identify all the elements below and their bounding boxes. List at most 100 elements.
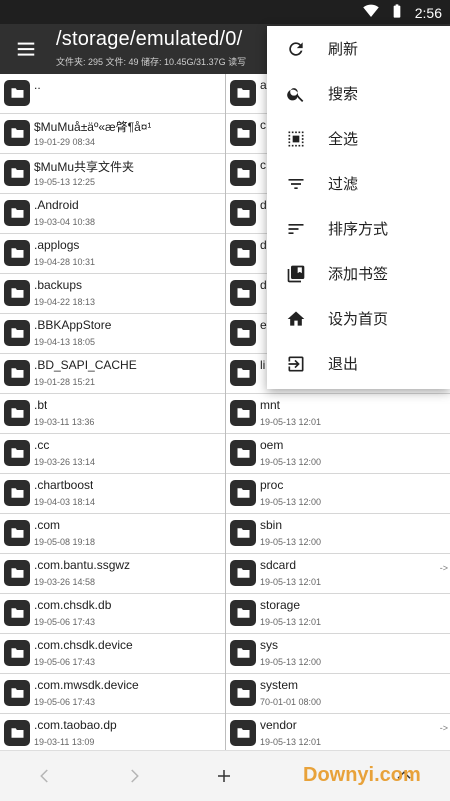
menu-item-label: 排序方式 [328,221,389,238]
file-name: system [260,678,299,692]
folder-icon [230,600,256,626]
file-date: 19-05-13 12:25 [34,177,96,187]
folder-icon [4,400,30,426]
file-row[interactable]: vendor 19-05-13 12:01 -> [226,714,450,750]
menu-item[interactable]: 添加书签 [267,251,450,296]
file-row[interactable]: .com.bantu.ssgwz 19-03-26 14:58 [0,554,225,594]
battery-icon [389,3,405,22]
file-date: 19-01-28 15:21 [34,377,96,387]
folder-icon [230,280,256,306]
file-row[interactable]: .. [0,74,225,114]
folder-icon [230,120,256,146]
exit-icon [285,353,307,375]
file-row[interactable]: sys 19-05-13 12:00 [226,634,450,674]
sort-icon [285,218,307,240]
file-date: 19-05-13 12:01 [260,577,322,587]
chevron-left-icon[interactable] [32,763,58,789]
folder-icon [4,560,30,586]
menu-item-label: 搜索 [328,86,359,103]
plus-icon[interactable] [211,763,237,789]
chevron-right-icon[interactable] [121,763,147,789]
file-row[interactable]: sbin 19-05-13 12:00 [226,514,450,554]
file-name: sbin [260,518,283,532]
file-name: c [260,118,266,132]
file-row[interactable]: .com.chsdk.db 19-05-06 17:43 [0,594,225,634]
file-name: sys [260,638,278,652]
wifi-icon [363,3,379,22]
menu-item[interactable]: 排序方式 [267,206,450,251]
file-row[interactable]: .bt 19-03-11 13:36 [0,394,225,434]
file-row[interactable]: sdcard 19-05-13 12:01 -> [226,554,450,594]
menu-item[interactable]: 过滤 [267,161,450,206]
file-name: .bt [34,398,48,412]
folder-icon [230,680,256,706]
folder-icon [230,520,256,546]
file-row[interactable]: .com.taobao.dp 19-03-11 13:09 [0,714,225,750]
file-row[interactable]: .backups 19-04-22 18:13 [0,274,225,314]
folder-icon [230,200,256,226]
file-name: d [260,238,267,252]
folder-icon [230,160,256,186]
file-row[interactable]: .applogs 19-04-28 10:31 [0,234,225,274]
hamburger-menu-icon[interactable] [10,36,42,62]
file-row[interactable]: .BBKAppStore 19-04-13 18:05 [0,314,225,354]
refresh-icon [285,38,307,60]
file-name: vendor [260,718,297,732]
file-row[interactable]: .cc 19-03-26 13:14 [0,434,225,474]
file-date: 19-05-13 12:00 [260,497,322,507]
menu-item[interactable]: 退出 [267,341,450,386]
file-date: 19-04-22 18:13 [34,297,96,307]
file-name: .cc [34,438,50,452]
file-row[interactable]: .Android 19-03-04 10:38 [0,194,225,234]
file-row[interactable]: system 70-01-01 08:00 [226,674,450,714]
file-date: 70-01-01 08:00 [260,697,322,707]
folder-icon [230,640,256,666]
symlink-indicator: -> [439,723,448,733]
file-row[interactable]: .chartboost 19-04-03 18:14 [0,474,225,514]
file-name: $MuMu共享文件夹 [34,160,135,174]
file-row[interactable]: mnt 19-05-13 12:01 [226,394,450,434]
file-row[interactable]: $MuMuå±äº«æ䏿¶å¤¹ 19-01-29 08:34 [0,114,225,154]
file-name: .com.chsdk.device [34,638,133,652]
file-row[interactable]: $MuMu共享文件夹 19-05-13 12:25 [0,154,225,194]
clock: 2:56 [414,4,442,21]
file-date: 19-05-08 19:18 [34,537,96,547]
left-file-pane[interactable]: .. $MuMuå±äº«æ䏿¶å¤¹ 19-01-29 08:34 $MuMu共享文… [0,74,225,750]
file-name: .com.mwsdk.device [34,678,139,692]
file-row[interactable]: .BD_SAPI_CACHE 19-01-28 15:21 [0,354,225,394]
folder-icon [230,400,256,426]
file-name: .backups [34,278,83,292]
file-row[interactable]: storage 19-05-13 12:01 [226,594,450,634]
folder-icon [4,360,30,386]
file-name: .BBKAppStore [34,318,112,332]
file-row[interactable]: .com.mwsdk.device 19-05-06 17:43 [0,674,225,714]
file-name: proc [260,478,284,492]
file-name: d [260,278,267,292]
folder-icon [4,640,30,666]
file-row[interactable]: oem 19-05-13 12:00 [226,434,450,474]
file-date: 19-03-26 13:14 [34,457,96,467]
file-row[interactable]: .com.chsdk.device 19-05-06 17:43 [0,634,225,674]
file-row[interactable]: proc 19-05-13 12:00 [226,474,450,514]
file-name: .applogs [34,238,80,252]
bookmark-add-icon [285,263,307,285]
menu-item[interactable]: 刷新 [267,26,450,71]
folder-icon [4,480,30,506]
file-date: 19-03-11 13:09 [34,737,95,747]
file-name: oem [260,438,284,452]
current-path: /storage/emulated/0/ [56,28,243,50]
file-date: 19-05-13 12:00 [260,537,322,547]
file-name: c [260,158,266,172]
folder-icon [230,240,256,266]
file-row[interactable]: .com 19-05-08 19:18 [0,514,225,554]
file-name: a [260,78,267,92]
file-name: e [260,318,267,332]
menu-item[interactable]: 搜索 [267,71,450,116]
file-date: 19-04-03 18:14 [34,497,96,507]
file-date: 19-03-11 13:36 [34,417,95,427]
folder-icon [230,720,256,746]
folder-icon [4,80,30,106]
menu-item[interactable]: 设为首页 [267,296,450,341]
menu-item[interactable]: 全选 [267,116,450,161]
folder-icon [230,360,256,386]
